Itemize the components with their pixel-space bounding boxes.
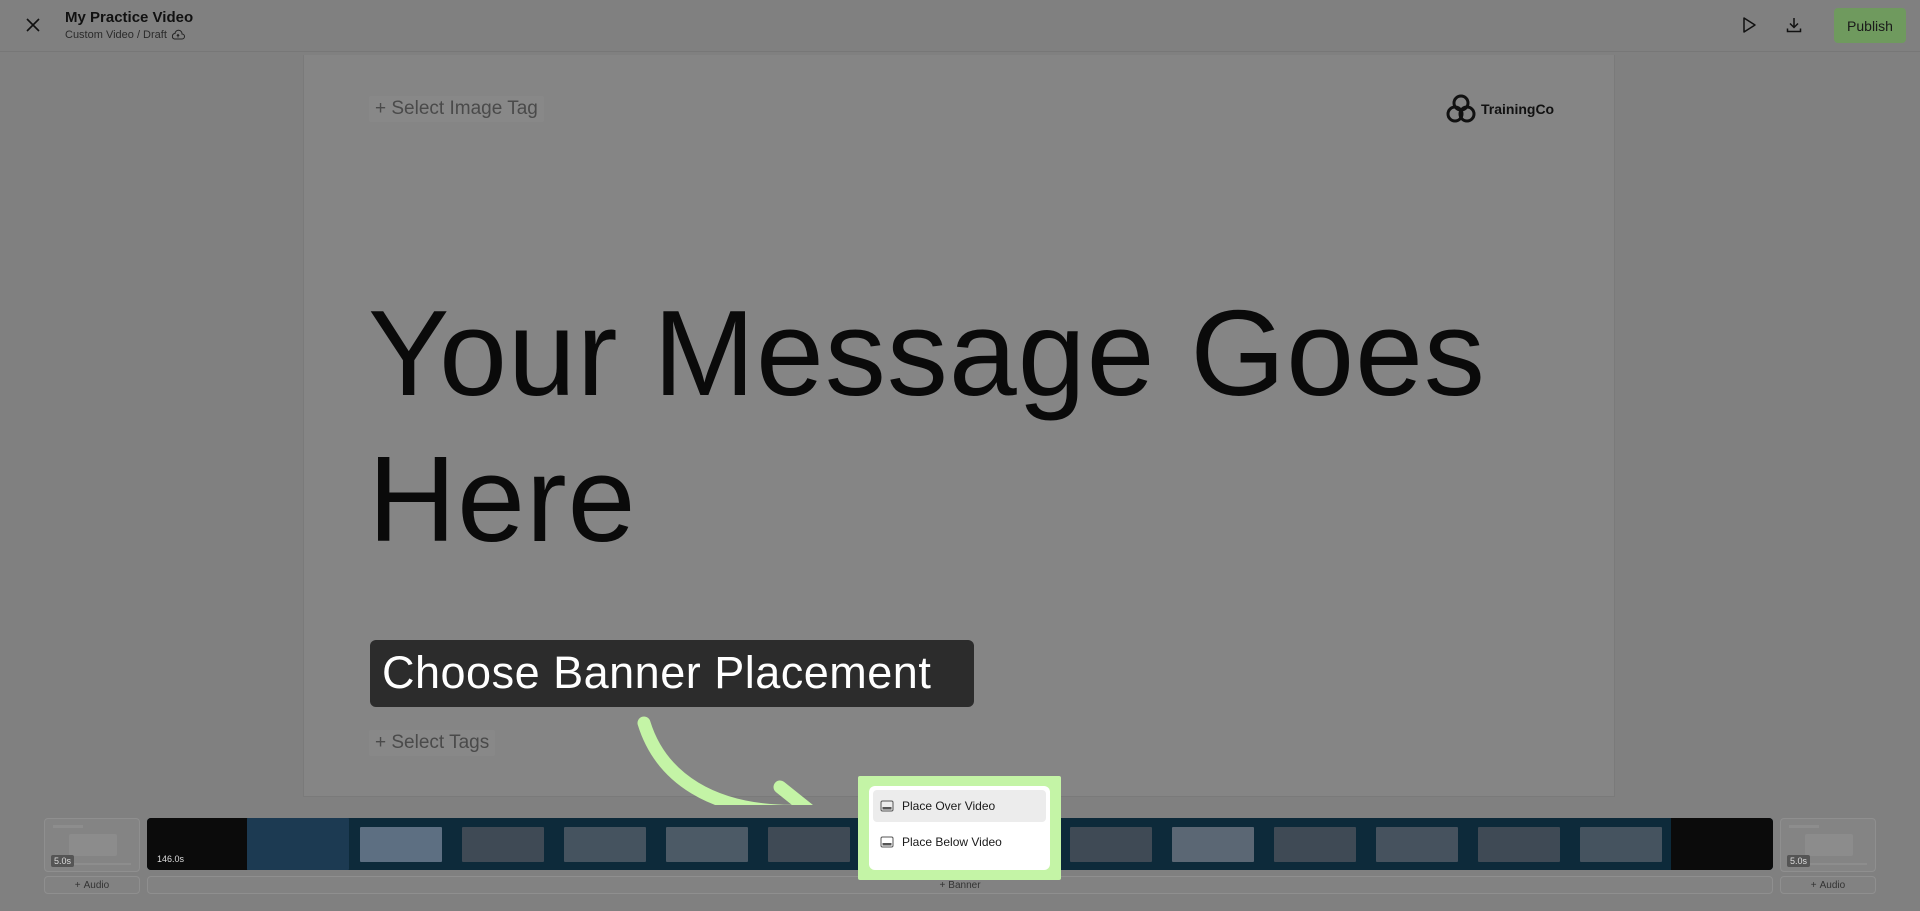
strip-frame [666,827,748,862]
add-audio-left-button[interactable]: + Audio [44,876,140,894]
banner-icon [880,836,894,848]
banner-icon [880,800,894,812]
headline-text[interactable]: Your Message Goes Here [368,280,1568,572]
strip-frame [1274,827,1356,862]
strip-frame [1580,827,1662,862]
banner-placement-menu: Place Over Video Place Below Video [869,786,1050,870]
logo-text: TrainingCo [1481,101,1555,117]
add-audio-label: Audio [83,879,110,891]
download-button[interactable] [1781,12,1807,38]
video-status-text: Custom Video / Draft [65,29,167,41]
video-title: My Practice Video [65,9,194,26]
add-audio-right-button[interactable]: + Audio [1780,876,1876,894]
strip-frame [768,827,850,862]
slot-duration: 5.0s [1787,855,1811,867]
strip-frame [247,818,349,870]
slot-line [53,825,83,828]
add-audio-label: Audio [1819,879,1846,891]
place-over-video-label: Place Over Video [902,799,996,813]
strip-end-frame [1671,818,1773,870]
outro-slot[interactable]: 5.0s [1780,818,1876,872]
plus-icon: + [74,879,81,891]
logo-icon [1446,94,1476,123]
strip-frame [462,827,544,862]
preview-button[interactable] [1736,12,1762,38]
brand-logo: TrainingCo [1445,93,1554,125]
video-status: Custom Video / Draft [65,29,185,41]
top-bar: My Practice Video Custom Video / Draft P… [0,0,1920,52]
place-over-video-option[interactable]: Place Over Video [873,790,1046,822]
strip-frame [1376,827,1458,862]
add-banner-label: Banner [948,879,981,891]
plus-icon: + [939,879,946,891]
strip-frame [1478,827,1560,862]
intro-slot[interactable]: 5.0s [44,818,140,872]
close-button[interactable] [20,12,46,38]
strip-frame [564,827,646,862]
video-duration: 146.0s [157,854,185,864]
slot-duration: 5.0s [51,855,75,867]
strip-frame [360,827,442,862]
select-tags-button[interactable]: + Select Tags [369,730,496,756]
strip-frame [1172,827,1254,862]
strip-frame [1070,827,1152,862]
slot-line [1789,825,1819,828]
publish-button[interactable]: Publish [1834,8,1906,43]
tutorial-callout: Choose Banner Placement [370,640,974,707]
slot-thumbnail [1805,834,1853,856]
select-image-tag-button[interactable]: + Select Image Tag [369,96,544,122]
cloud-saved-icon [171,29,185,40]
plus-icon: + [1810,879,1817,891]
slot-thumbnail [69,834,117,856]
place-below-video-label: Place Below Video [902,835,1002,849]
place-below-video-option[interactable]: Place Below Video [873,826,1046,858]
download-icon [1786,18,1802,33]
play-icon [1743,17,1756,33]
close-icon [26,18,40,32]
